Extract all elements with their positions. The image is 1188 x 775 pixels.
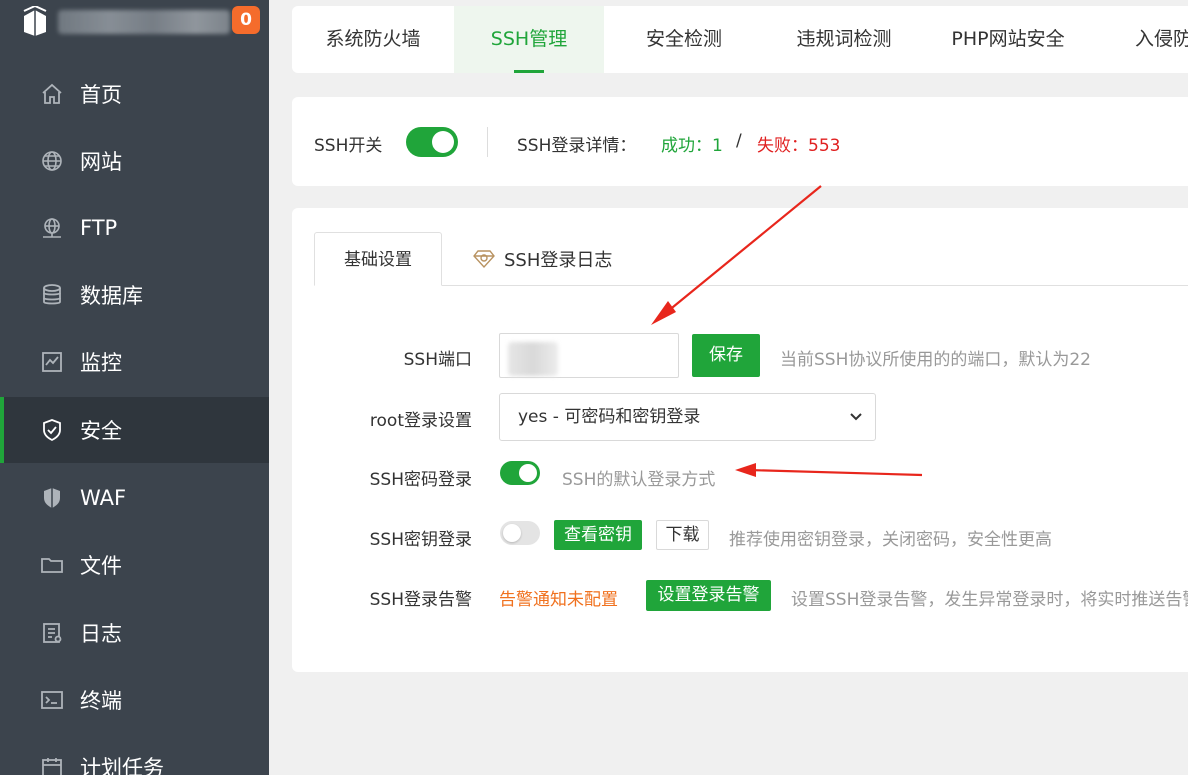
tab-security-scan[interactable]: 安全检测 <box>604 6 764 73</box>
sidebar-item-database[interactable]: 数据库 <box>0 262 269 328</box>
sidebar-item-waf[interactable]: WAF <box>0 465 269 531</box>
ssh-status-card: SSH开关 SSH登录详情： 成功：1 / 失败：553 <box>292 97 1188 186</box>
sidebar-item-label: 安全 <box>80 419 122 443</box>
logo-icon <box>23 6 47 36</box>
sidebar-item-files[interactable]: 文件 <box>0 532 269 598</box>
login-alert-label: SSH登录告警 <box>369 590 472 610</box>
alert-not-configured-link[interactable]: 告警通知未配置 <box>499 585 618 610</box>
shield-icon <box>40 418 64 442</box>
sidebar-item-website[interactable]: 网站 <box>0 128 269 194</box>
sidebar-item-logs[interactable]: 日志 <box>0 600 269 666</box>
sidebar-item-monitor[interactable]: 监控 <box>0 329 269 395</box>
monitor-icon <box>40 350 64 374</box>
root-login-label: root登录设置 <box>369 411 472 431</box>
sidebar-item-label: 网站 <box>80 150 122 174</box>
log-icon <box>40 621 64 645</box>
home-icon <box>40 82 64 106</box>
view-key-button[interactable]: 查看密钥 <box>554 520 642 550</box>
ssh-port-label: SSH端口 <box>403 350 472 370</box>
sidebar-item-label: 监控 <box>80 351 122 375</box>
count-separator: / <box>736 131 742 151</box>
diamond-icon <box>473 250 495 269</box>
chevron-down-icon <box>850 413 862 421</box>
sidebar-item-home[interactable]: 首页 <box>0 61 269 127</box>
tab-illegal-words[interactable]: 违规词检测 <box>764 6 924 73</box>
sidebar-item-label: 终端 <box>80 689 122 713</box>
subtab-label: SSH登录日志 <box>504 250 613 271</box>
ssh-settings-card: 基础设置 SSH登录日志 SSH端口 保存 当前SSH协议所使用的的端口，默认为… <box>292 208 1188 672</box>
sidebar-item-label: 文件 <box>80 554 122 578</box>
sidebar-item-ftp[interactable]: FTP <box>0 195 269 261</box>
subtab-divider <box>314 285 1188 286</box>
ssh-port-input[interactable] <box>499 333 679 378</box>
ssh-login-detail-label: SSH登录详情： <box>517 136 637 156</box>
sidebar-item-label: WAF <box>80 486 127 510</box>
subtab-ssh-login-log[interactable]: SSH登录日志 <box>472 244 612 274</box>
sidebar: 0 首页 网站 FTP 数据库 监控 安全 WAF 文件 日志 终端 计划任务 <box>0 0 269 775</box>
sidebar-item-label: 日志 <box>80 622 122 646</box>
port-value-blurred <box>508 342 558 376</box>
key-login-hint: 推荐使用密钥登录，关闭密码，安全性更高 <box>729 530 1052 550</box>
sidebar-item-label: FTP <box>80 216 118 240</box>
key-login-label: SSH密钥登录 <box>369 530 472 550</box>
sidebar-item-label: 数据库 <box>80 284 143 308</box>
sidebar-item-security[interactable]: 安全 <box>0 397 269 463</box>
folder-icon <box>40 553 64 577</box>
tab-firewall[interactable]: 系统防火墙 <box>292 6 454 73</box>
notification-badge[interactable]: 0 <box>232 6 260 34</box>
sidebar-item-label: 计划任务 <box>80 756 164 775</box>
sidebar-item-terminal[interactable]: 终端 <box>0 667 269 733</box>
sidebar-item-label: 首页 <box>80 83 122 107</box>
tab-php-security[interactable]: PHP网站安全 <box>924 6 1092 73</box>
password-login-hint: SSH的默认登录方式 <box>562 470 716 490</box>
sidebar-header: 0 <box>0 0 269 60</box>
server-name-blurred <box>58 10 230 34</box>
root-login-value: yes - 可密码和密钥登录 <box>518 407 701 427</box>
ftp-icon <box>40 216 64 240</box>
fail-count[interactable]: 失败：553 <box>757 131 840 156</box>
port-hint: 当前SSH协议所使用的的端口，默认为22 <box>780 350 1091 370</box>
save-port-button[interactable]: 保存 <box>692 334 760 377</box>
success-count[interactable]: 成功：1 <box>661 131 723 156</box>
login-alert-hint: 设置SSH登录告警，发生异常登录时，将实时推送告警信息 <box>791 590 1188 610</box>
terminal-icon <box>40 688 64 712</box>
waf-shield-icon <box>40 486 64 510</box>
subtab-basic-settings[interactable]: 基础设置 <box>314 232 442 286</box>
tab-ssh-management[interactable]: SSH管理 <box>454 6 604 73</box>
divider <box>487 127 488 157</box>
ssh-switch-label: SSH开关 <box>314 136 383 156</box>
download-key-button[interactable]: 下载 <box>656 520 709 550</box>
globe-icon <box>40 149 64 173</box>
database-icon <box>40 283 64 307</box>
calendar-icon <box>40 755 64 775</box>
tab-intrusion-defense[interactable]: 入侵防御 <box>1135 6 1188 73</box>
password-login-label: SSH密码登录 <box>369 470 472 490</box>
password-login-toggle[interactable] <box>500 461 540 485</box>
set-login-alert-button[interactable]: 设置登录告警 <box>646 580 771 611</box>
root-login-select[interactable]: yes - 可密码和密钥登录 <box>499 393 876 441</box>
sidebar-item-cron[interactable]: 计划任务 <box>0 734 269 775</box>
security-tabs: 系统防火墙 SSH管理 安全检测 违规词检测 PHP网站安全 入侵防御 <box>292 6 1188 73</box>
ssh-switch-toggle[interactable] <box>406 127 458 157</box>
key-login-toggle[interactable] <box>500 521 540 545</box>
